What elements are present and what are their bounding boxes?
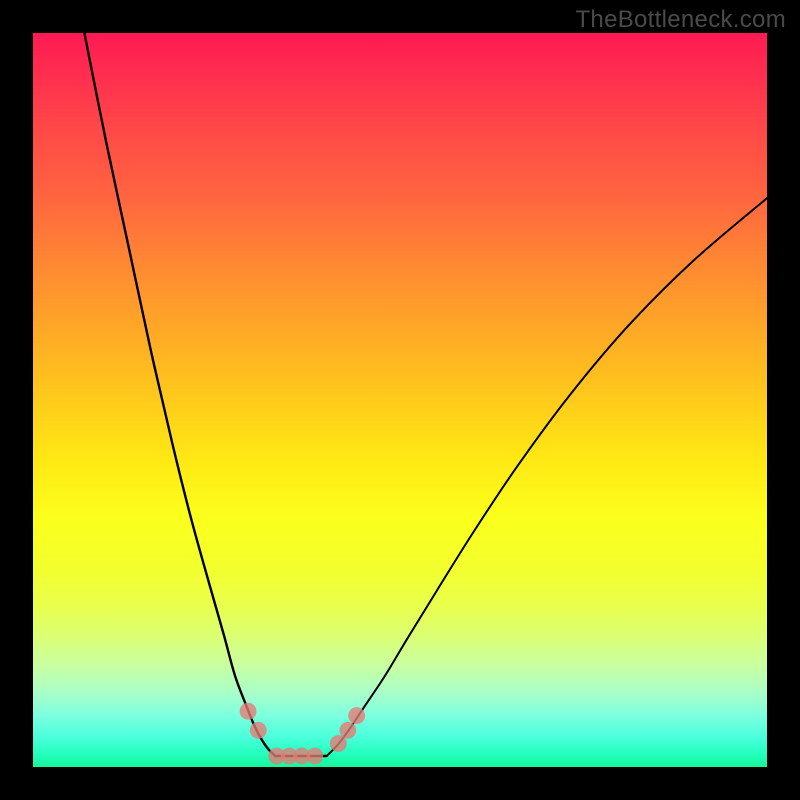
data-marker-0 [240, 703, 257, 720]
data-marker-1 [250, 722, 267, 739]
data-marker-8 [348, 707, 365, 724]
bottleneck-curve-left [84, 33, 275, 756]
bottleneck-curve-right [327, 198, 767, 756]
data-marker-7 [339, 722, 356, 739]
plot-area [33, 33, 767, 767]
chart-svg [33, 33, 767, 767]
marker-group [240, 703, 366, 765]
data-marker-5 [306, 748, 323, 765]
chart-frame: TheBottleneck.com [0, 0, 800, 800]
watermark-label: TheBottleneck.com [575, 6, 786, 34]
